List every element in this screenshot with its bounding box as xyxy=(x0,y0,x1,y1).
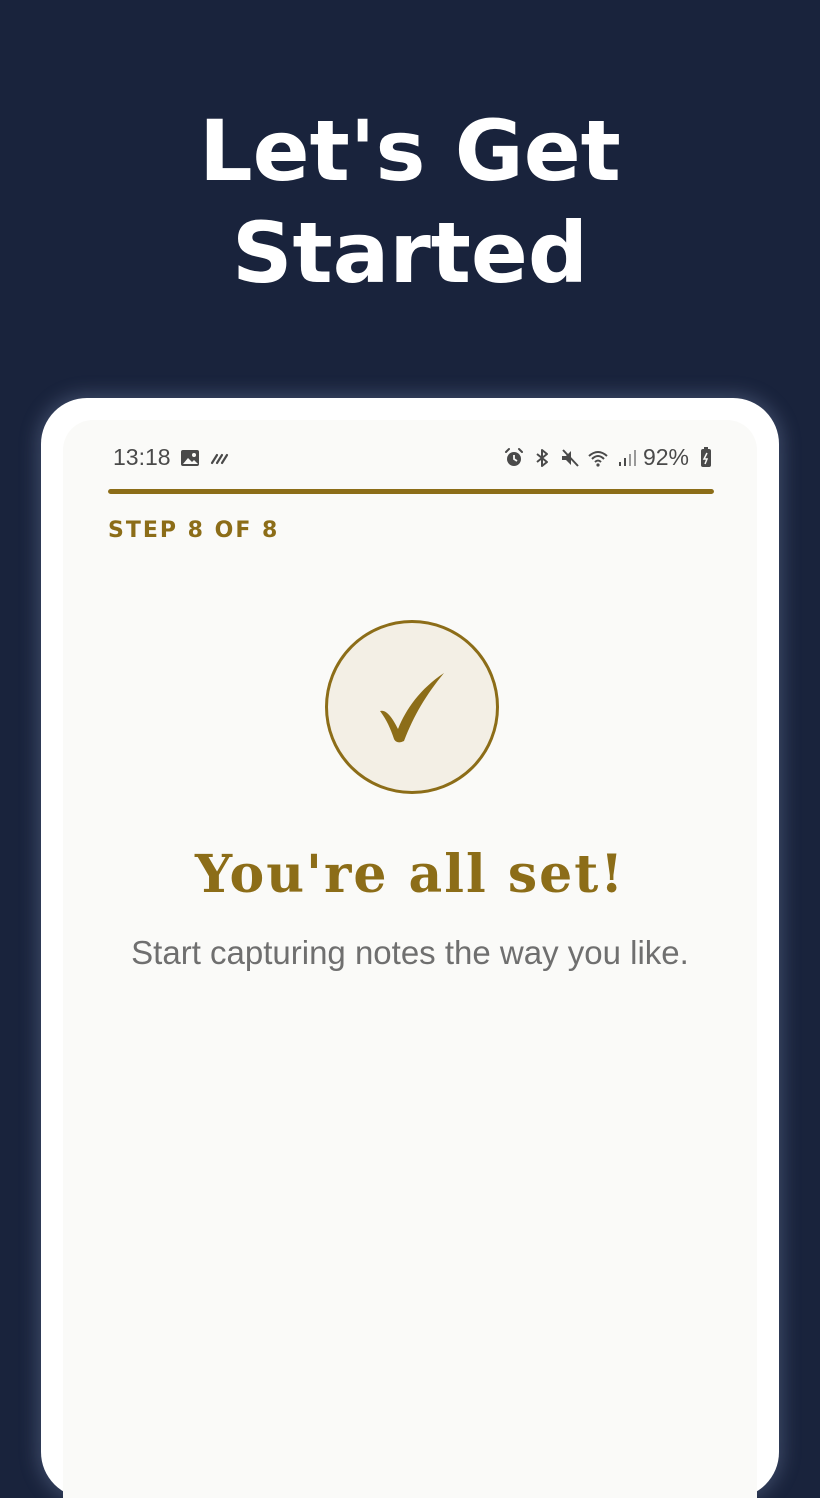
completion-title: You're all set! xyxy=(194,844,626,905)
fitness-notification-icon xyxy=(209,447,231,469)
onboarding-progress-bar xyxy=(108,489,714,494)
status-bar: 13:18 92% xyxy=(113,444,717,474)
battery-icon xyxy=(695,446,717,469)
alarm-icon xyxy=(503,447,525,469)
headline-line-2: Started xyxy=(231,204,588,302)
promo-headline: Let's Get Started xyxy=(0,100,820,304)
phone-frame: 13:18 92% STEP 8 OF 8 You're all set! St… xyxy=(41,398,779,1498)
status-time: 13:18 xyxy=(113,444,171,470)
headline-line-1: Let's Get xyxy=(199,102,621,200)
progress-fill xyxy=(108,489,714,494)
success-badge xyxy=(325,620,499,794)
mute-icon xyxy=(559,447,581,469)
bluetooth-icon xyxy=(531,447,553,469)
step-indicator: STEP 8 OF 8 xyxy=(108,518,280,543)
battery-percent: 92% xyxy=(642,444,689,470)
checkmark-icon xyxy=(380,673,444,743)
phone-screen: 13:18 92% STEP 8 OF 8 You're all set! St… xyxy=(63,420,757,1498)
status-left: 13:18 xyxy=(113,444,231,471)
signal-icon xyxy=(615,447,637,469)
image-notification-icon xyxy=(179,447,201,469)
completion-subtitle: Start capturing notes the way you like. xyxy=(131,934,689,971)
wifi-icon xyxy=(587,447,609,469)
status-right: 92% xyxy=(503,444,717,471)
